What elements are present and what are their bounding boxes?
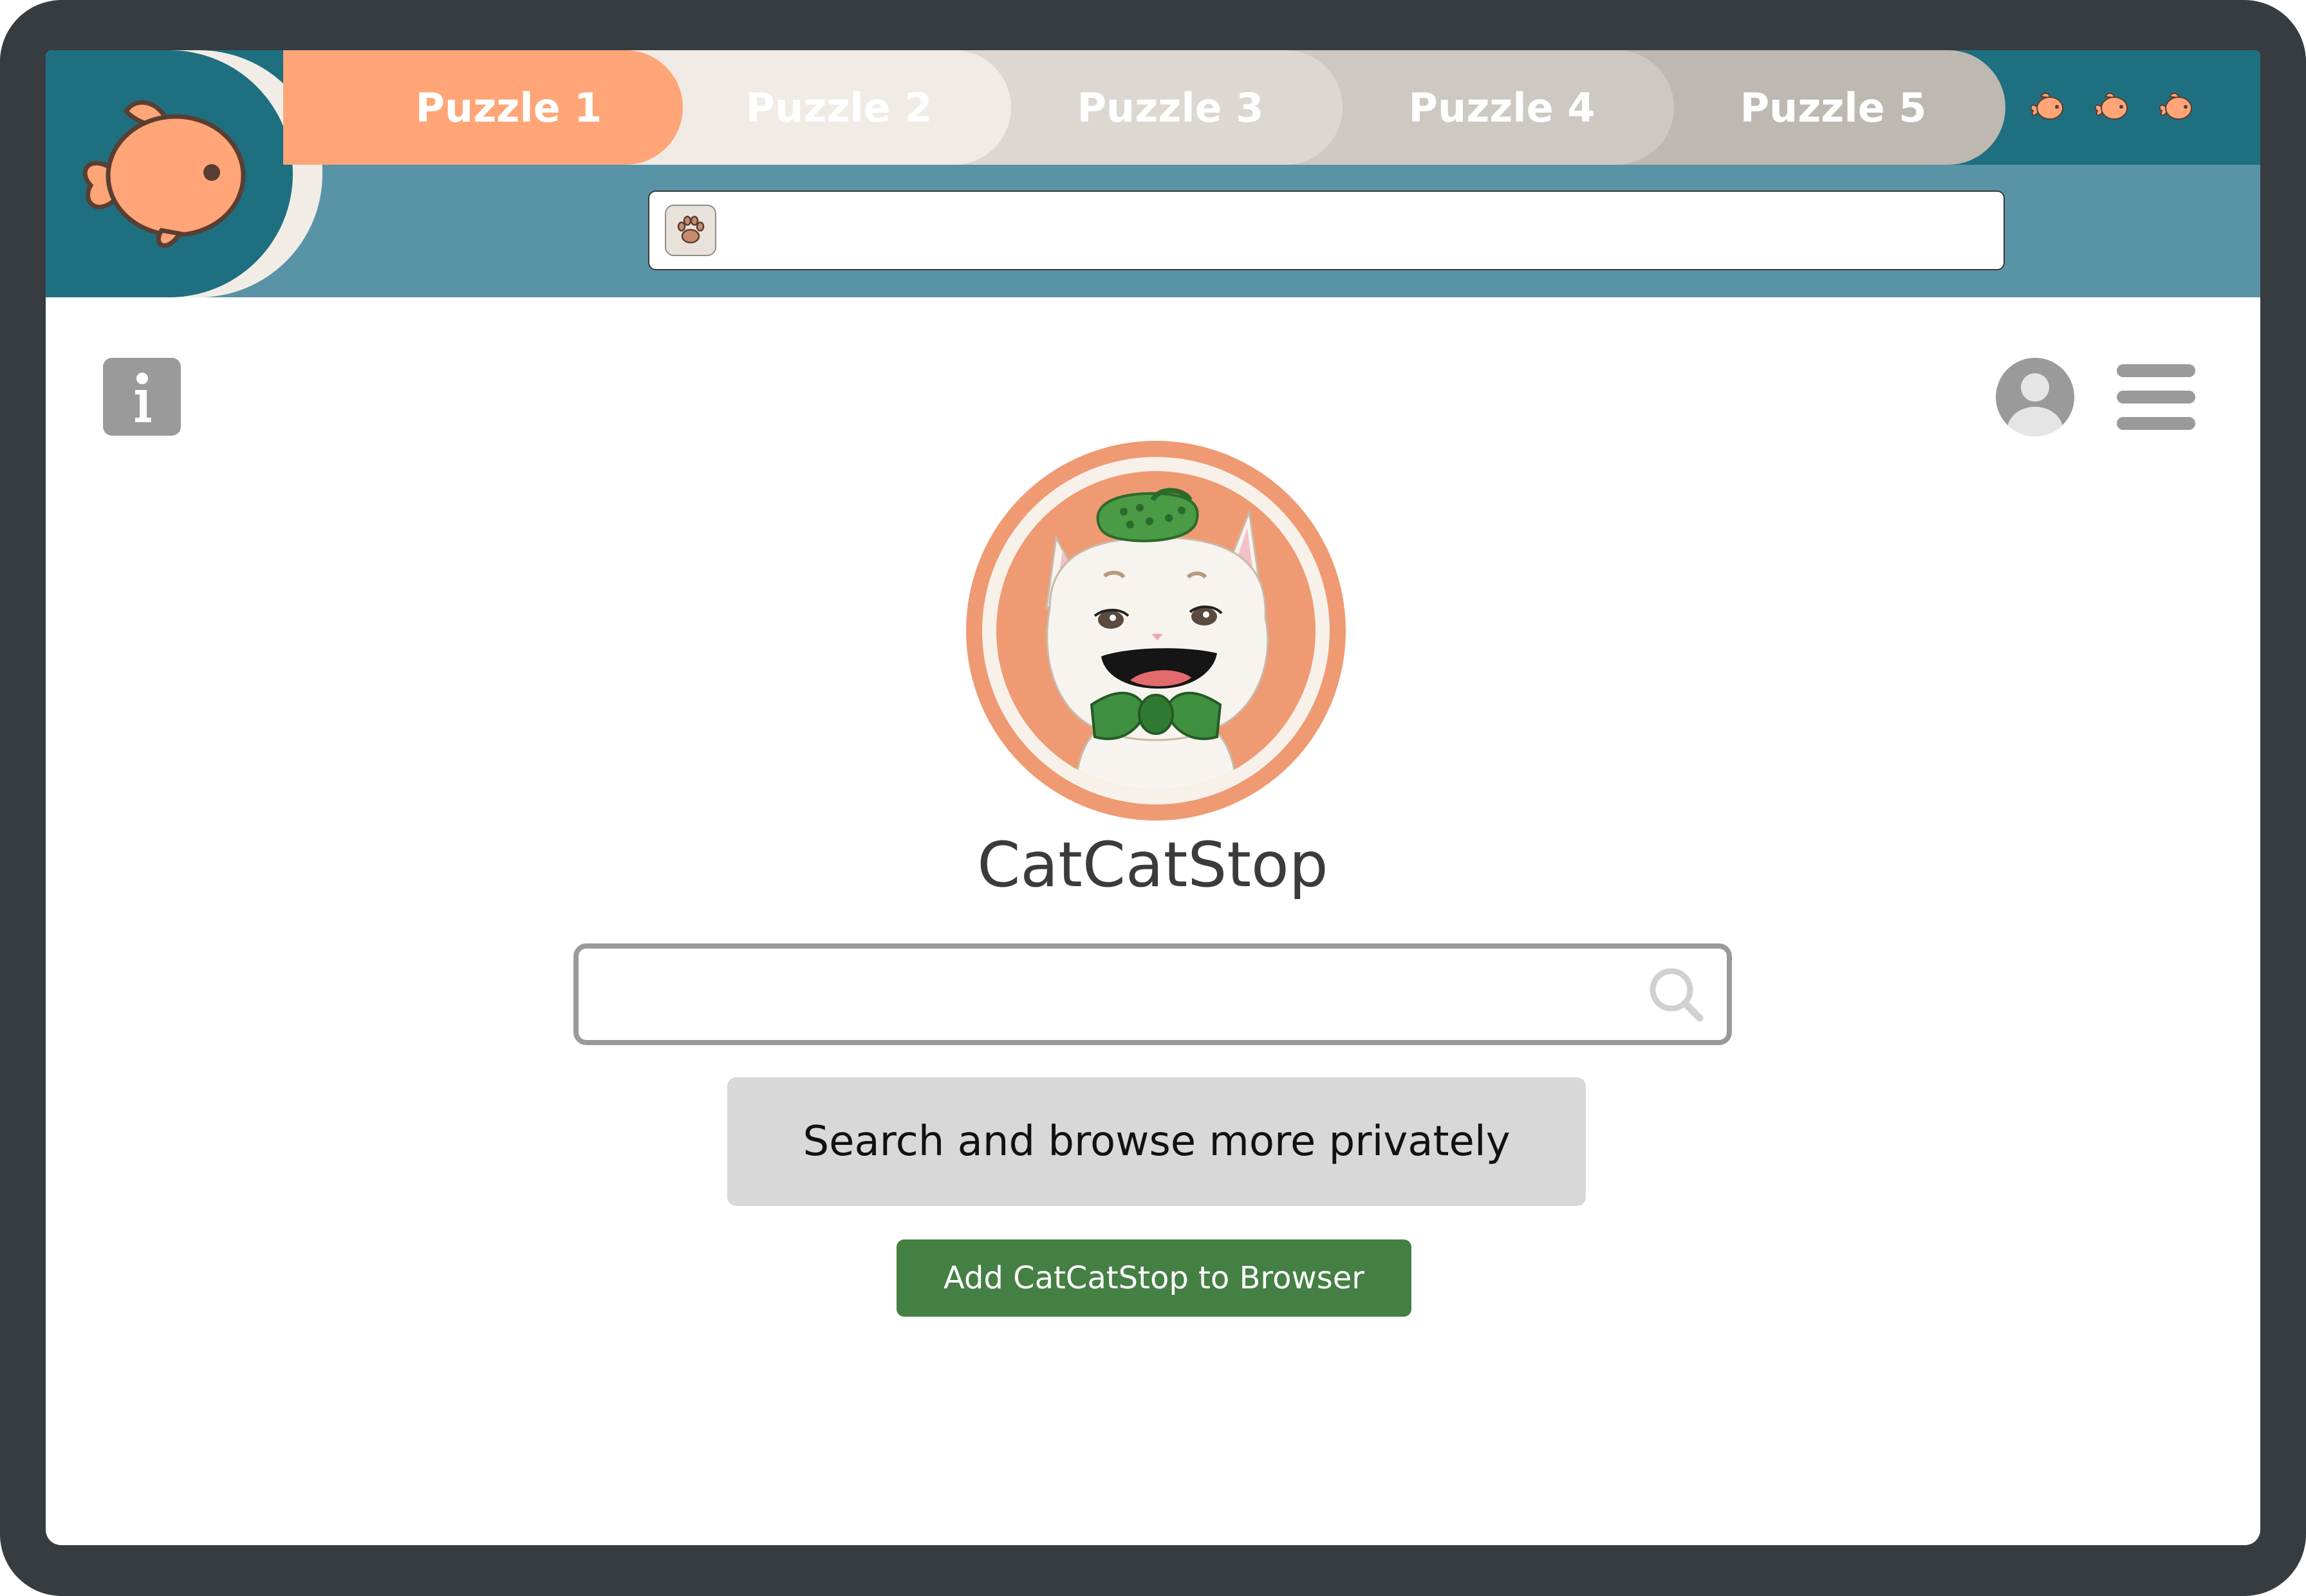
tab-label: Puzzle 2 (745, 84, 933, 131)
tab-label: Puzzle 4 (1408, 84, 1595, 131)
hamburger-menu-icon[interactable] (2117, 364, 2195, 430)
add-to-browser-label: Add CatCatStop to Browser (943, 1260, 1365, 1296)
info-icon (135, 373, 151, 422)
site-title: CatCatStop (977, 829, 1328, 901)
browser-window: Puzzle 1 Puzzle 2 Puzzle 3 Puzzle 4 Puzz… (46, 50, 2260, 1545)
search-input[interactable] (598, 961, 1630, 1027)
user-avatar-icon (1996, 358, 2074, 436)
search-box[interactable] (573, 943, 1732, 1045)
app-logo (46, 50, 293, 297)
menu-bar (2117, 417, 2195, 430)
search-icon[interactable] (1647, 965, 1705, 1023)
menu-bar (2117, 364, 2195, 377)
fish-icon (2028, 88, 2067, 126)
address-bar[interactable] (648, 190, 2005, 270)
search-privately-label: Search and browse more privately (803, 1118, 1511, 1165)
goldfish-icon (82, 100, 246, 248)
cat-logo (966, 441, 1346, 821)
tab-puzzle-1[interactable]: Puzzle 1 (283, 50, 683, 165)
lives-indicator (2028, 88, 2195, 126)
add-to-browser-button[interactable]: Add CatCatStop to Browser (897, 1239, 1411, 1317)
search-privately-button[interactable]: Search and browse more privately (727, 1077, 1586, 1206)
fish-icon (2092, 88, 2131, 126)
account-button[interactable] (1996, 358, 2074, 436)
paw-icon (665, 205, 716, 256)
tab-label: Puzzle 5 (1740, 84, 1927, 131)
tab-label: Puzzle 1 (415, 84, 602, 131)
tab-label: Puzzle 3 (1077, 84, 1264, 131)
fish-icon (2157, 88, 2195, 126)
menu-bar (2117, 391, 2195, 404)
info-button[interactable] (103, 358, 181, 436)
